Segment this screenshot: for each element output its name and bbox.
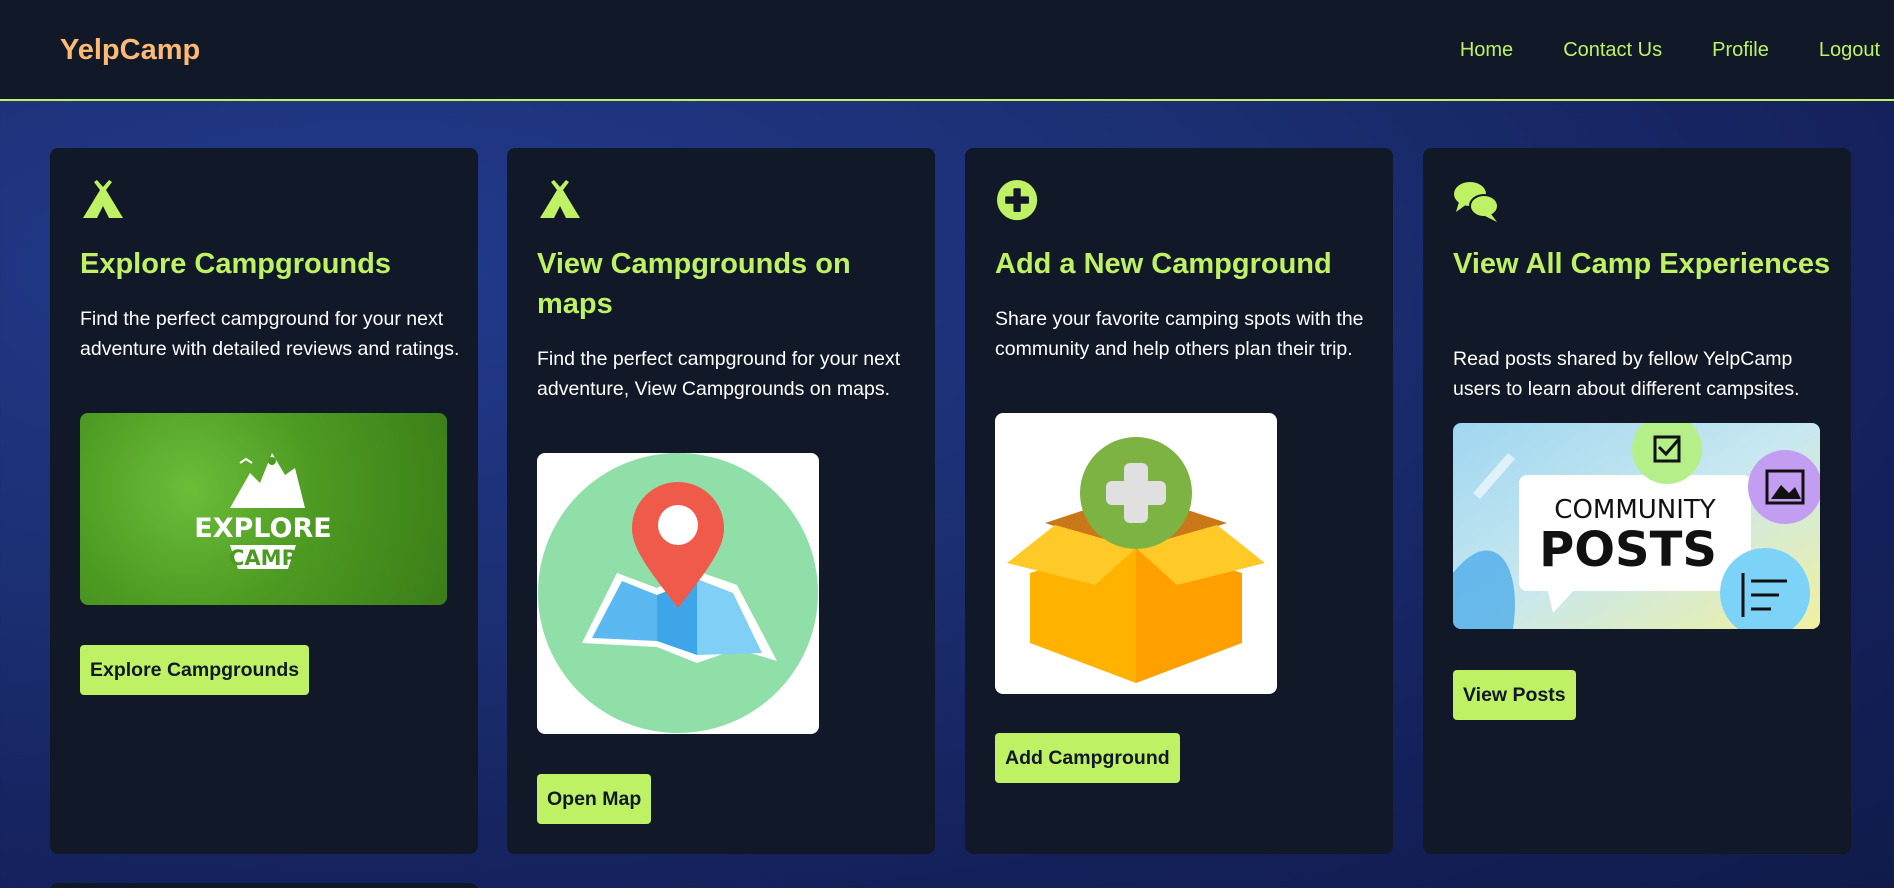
tent-icon: [83, 180, 123, 218]
card-map: View Campgrounds on maps Find the perfec…: [507, 148, 935, 854]
community-posts-image: COMMUNITY POSTS: [1453, 423, 1820, 629]
brand-logo[interactable]: YelpCamp: [60, 34, 200, 67]
explore-camp-logo: EXPLORE CAMP: [194, 453, 332, 570]
nav-profile-link[interactable]: Profile: [1712, 39, 1769, 62]
card-description: Find the perfect campground for your nex…: [537, 348, 901, 400]
map-image: [537, 453, 819, 734]
community-posts-banner: COMMUNITY POSTS: [1453, 423, 1820, 629]
add-campground-image: [995, 413, 1277, 694]
top-navbar: YelpCamp Home Contact Us Profile Logout: [0, 0, 1894, 101]
card-title: View All Camp Experiences: [1453, 248, 1831, 280]
box-plus-illustration: [1007, 437, 1265, 683]
comments-icon: [1454, 182, 1499, 222]
image-text-camp: CAMP: [229, 546, 297, 570]
next-row-card: [50, 883, 478, 888]
add-campground-button[interactable]: Add Campground: [995, 733, 1180, 783]
image-text-community: COMMUNITY: [1554, 495, 1716, 525]
image-text-explore: EXPLORE: [194, 513, 331, 544]
open-map-button[interactable]: Open Map: [537, 774, 652, 824]
card-explore: Explore Campgrounds Find the perfect cam…: [50, 148, 478, 854]
card-description: Read posts shared by fellow YelpCamp use…: [1453, 348, 1800, 400]
explore-camp-image: EXPLORE CAMP: [80, 413, 447, 605]
image-text-posts: POSTS: [1539, 522, 1717, 578]
map-pin-illustration: [538, 453, 818, 733]
card-title: Explore Campgrounds: [80, 248, 391, 280]
card-add-campground: Add a New Campground Share your favorite…: [965, 148, 1393, 854]
nav-contact-link[interactable]: Contact Us: [1563, 39, 1662, 62]
nav-logout-link[interactable]: Logout: [1819, 39, 1880, 62]
plus-circle-icon: [997, 180, 1038, 221]
nav-links: Home Contact Us Profile Logout: [1410, 39, 1880, 62]
nav-home-link[interactable]: Home: [1460, 39, 1513, 62]
tent-icon: [540, 180, 580, 218]
card-view-posts: View All Camp Experiences Read posts sha…: [1423, 148, 1851, 854]
card-title: Add a New Campground: [995, 248, 1332, 280]
card-description: Find the perfect campground for your nex…: [80, 308, 460, 360]
card-title: View Campgrounds on maps: [537, 248, 851, 320]
view-posts-button[interactable]: View Posts: [1453, 670, 1576, 720]
card-description: Share your favorite camping spots with t…: [995, 308, 1364, 360]
explore-campgrounds-button[interactable]: Explore Campgrounds: [80, 645, 310, 695]
